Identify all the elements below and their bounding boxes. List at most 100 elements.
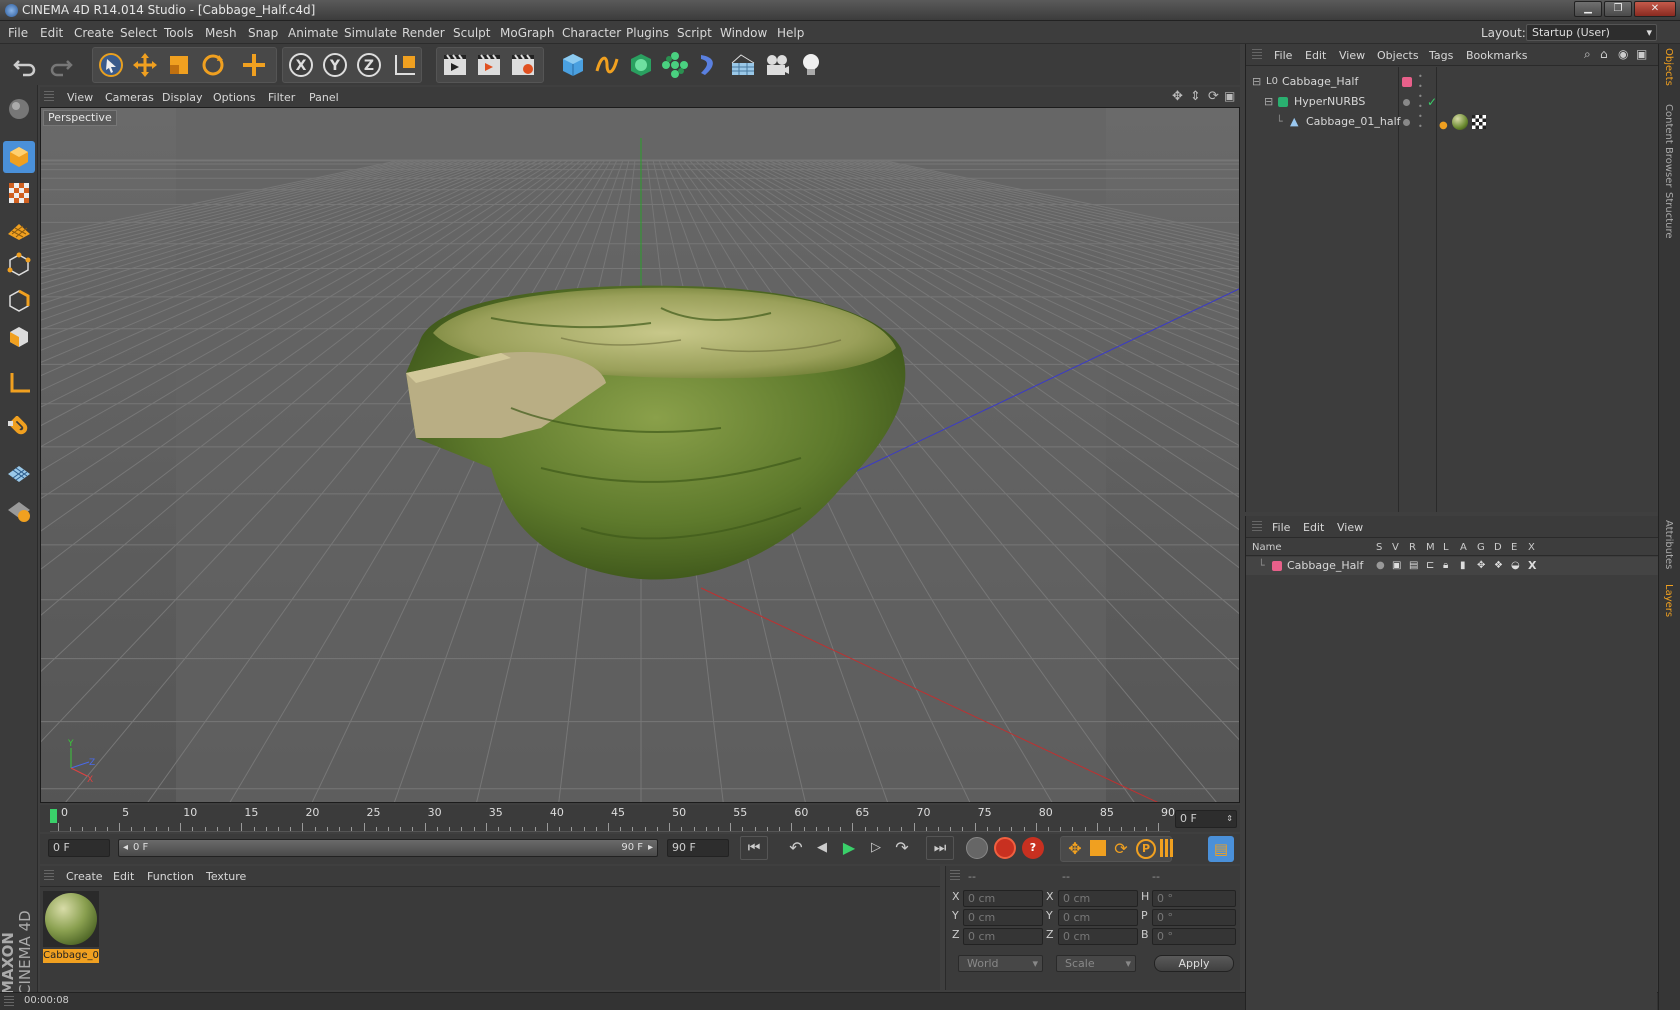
- move-icon[interactable]: [128, 48, 162, 82]
- timeline-playhead[interactable]: [50, 809, 57, 823]
- layer-view-icon[interactable]: ▣: [1392, 557, 1401, 575]
- spline-icon[interactable]: [590, 48, 624, 82]
- menu-simulate[interactable]: Simulate: [344, 26, 397, 40]
- coord-rotation-field[interactable]: 0 °: [1152, 909, 1236, 926]
- array-icon[interactable]: [658, 48, 692, 82]
- tab-structure[interactable]: Structure: [1663, 192, 1674, 239]
- menu-character[interactable]: Character: [562, 26, 621, 40]
- points-mode-icon[interactable]: [3, 249, 35, 281]
- menu-plugins[interactable]: Plugins: [626, 26, 669, 40]
- coord-position-field[interactable]: 0 cm: [963, 909, 1043, 926]
- om-menu-edit[interactable]: Edit: [1305, 49, 1326, 62]
- x-axis-icon[interactable]: X: [284, 48, 318, 82]
- model-mode-icon[interactable]: [3, 93, 35, 125]
- close-button[interactable]: ✕: [1634, 1, 1676, 17]
- locked-workplane-icon[interactable]: [3, 495, 35, 527]
- layer-column-x[interactable]: X: [1528, 542, 1535, 553]
- magnet-icon[interactable]: [3, 413, 35, 445]
- layer-lock-icon[interactable]: 🔒︎: [1443, 557, 1448, 575]
- mat-menu-edit[interactable]: Edit: [113, 870, 134, 883]
- timeline[interactable]: 0 5 10 15 20 25 30 35 40 45 50 55 60 65 70 75 80 85 90 0 F…: [40, 805, 1240, 832]
- vp-menu-filter[interactable]: Filter: [268, 91, 295, 104]
- nurbs-icon[interactable]: [624, 48, 658, 82]
- next-keyframe-icon[interactable]: ↷: [890, 836, 914, 860]
- layer-color-swatch[interactable]: [1272, 561, 1282, 571]
- om-menu-tags[interactable]: Tags: [1429, 49, 1453, 62]
- auto-key-icon[interactable]: ?: [1022, 837, 1044, 859]
- coord-size-field[interactable]: 0 cm: [1058, 890, 1138, 907]
- end-frame-field[interactable]: 90 F: [667, 839, 729, 857]
- live-select-icon[interactable]: [94, 48, 128, 82]
- layer-solo-icon[interactable]: ●: [1376, 557, 1385, 575]
- checkmark-icon[interactable]: ✓: [1427, 92, 1437, 112]
- key-param-icon[interactable]: P: [1136, 839, 1156, 859]
- tab-content-browser[interactable]: Content Browser: [1663, 104, 1674, 187]
- prev-frame-icon[interactable]: ◀: [810, 836, 834, 860]
- coord-mode-dropdown[interactable]: World ▾: [958, 955, 1043, 972]
- maximize-button[interactable]: ❐: [1604, 1, 1632, 17]
- om-menu-view[interactable]: View: [1339, 49, 1365, 62]
- range-slider[interactable]: ◂ 0 F 90 F ▸: [118, 839, 658, 857]
- layer-render-icon[interactable]: ▤: [1409, 557, 1418, 575]
- search-icon[interactable]: ⌕: [1584, 47, 1591, 62]
- layer-column-l[interactable]: L: [1443, 542, 1449, 553]
- rotate-icon[interactable]: [196, 48, 230, 82]
- layer-column-m[interactable]: M: [1426, 542, 1435, 553]
- menu-sculpt[interactable]: Sculpt: [453, 26, 490, 40]
- axis-icon[interactable]: [3, 367, 35, 399]
- tree-collapse-icon[interactable]: ⊟: [1252, 72, 1261, 92]
- om-menu-objects[interactable]: Objects: [1377, 49, 1419, 62]
- timeline-editor-icon[interactable]: ▤: [1208, 836, 1234, 862]
- layer-deformers-icon[interactable]: ❖: [1494, 557, 1503, 575]
- vp-rotate-icon[interactable]: ⟳: [1208, 89, 1219, 104]
- menu-tools[interactable]: Tools: [164, 26, 194, 40]
- menu-render[interactable]: Render: [402, 26, 445, 40]
- y-axis-icon[interactable]: Y: [318, 48, 352, 82]
- texture-mode-icon[interactable]: [3, 177, 35, 209]
- redo-icon[interactable]: [44, 48, 78, 82]
- visibility-dot-icon[interactable]: [1403, 119, 1410, 126]
- deformer-icon[interactable]: [692, 48, 726, 82]
- menu-script[interactable]: Script: [677, 26, 712, 40]
- layer-animation-icon[interactable]: ▮: [1460, 557, 1466, 575]
- visibility-dots-icon[interactable]: • •: [1418, 72, 1423, 92]
- polygons-mode-icon[interactable]: [3, 321, 35, 353]
- light-icon[interactable]: [794, 48, 828, 82]
- key-position-icon[interactable]: ✥: [1064, 838, 1086, 860]
- coord-system-icon[interactable]: [388, 48, 422, 82]
- menu-window[interactable]: Window: [720, 26, 767, 40]
- menu-mograph[interactable]: MoGraph: [500, 26, 555, 40]
- go-to-start-icon[interactable]: ⏮: [740, 836, 768, 860]
- workplane-icon[interactable]: [3, 459, 35, 491]
- render-picture-viewer-icon[interactable]: [472, 48, 506, 82]
- layout-dropdown[interactable]: Startup (User) ▾: [1526, 24, 1657, 41]
- timeline-ruler[interactable]: 0 5 10 15 20 25 30 35 40 45 50 55 60 65 70 75 80 85 90: [50, 805, 1175, 832]
- layer-expressions-icon[interactable]: ◒: [1511, 557, 1520, 575]
- menu-mesh[interactable]: Mesh: [205, 26, 237, 40]
- menu-file[interactable]: File: [8, 26, 28, 40]
- go-to-end-icon[interactable]: ⏭: [926, 836, 954, 860]
- tree-item-cabbage-01-half[interactable]: └ ▲ Cabbage_01_half • • ●: [1246, 112, 1658, 132]
- uvw-tag-icon[interactable]: [1472, 115, 1486, 129]
- edges-mode-icon[interactable]: [3, 285, 35, 317]
- layer-column-s[interactable]: S: [1376, 542, 1382, 553]
- visibility-dots-icon[interactable]: • •: [1418, 92, 1423, 112]
- minimize-button[interactable]: ▁: [1574, 1, 1602, 17]
- layer-column-g[interactable]: G: [1477, 542, 1485, 553]
- current-frame-field[interactable]: 0 F ⇕: [1175, 810, 1237, 828]
- vp-menu-display[interactable]: Display: [162, 91, 203, 104]
- menu-snap[interactable]: Snap: [248, 26, 278, 40]
- coord-rotation-field[interactable]: 0 °: [1152, 890, 1236, 907]
- key-rotation-icon[interactable]: ⟳: [1110, 838, 1132, 860]
- menu-animate[interactable]: Animate: [288, 26, 338, 40]
- vp-menu-options[interactable]: Options: [213, 91, 255, 104]
- new-window-icon[interactable]: ▣: [1636, 47, 1647, 61]
- coord-size-field[interactable]: 0 cm: [1058, 909, 1138, 926]
- vp-move-icon[interactable]: ✥: [1172, 89, 1183, 104]
- key-scale-icon[interactable]: [1090, 840, 1106, 856]
- coord-rotation-field[interactable]: 0 °: [1152, 928, 1236, 945]
- z-axis-icon[interactable]: Z: [352, 48, 386, 82]
- material-tag-icon[interactable]: [1452, 114, 1468, 130]
- visibility-dot-icon[interactable]: [1403, 99, 1410, 106]
- layer-column-v[interactable]: V: [1392, 542, 1399, 553]
